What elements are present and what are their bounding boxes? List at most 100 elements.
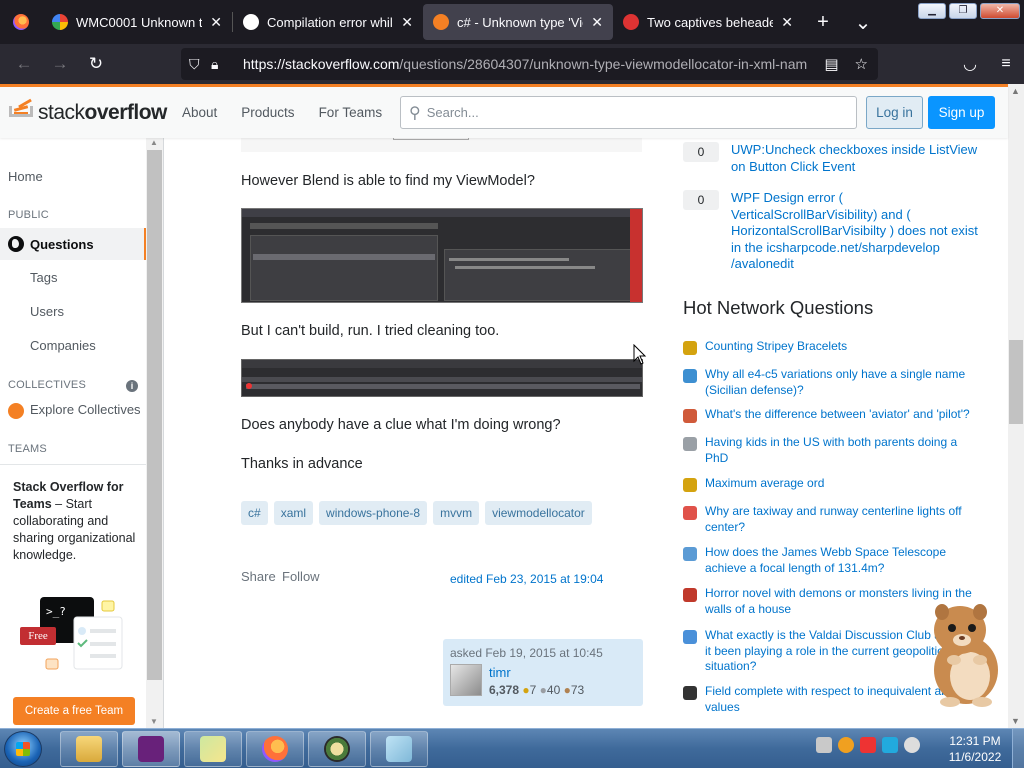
close-window-icon[interactable]: ✕ (980, 3, 1020, 19)
taskbar-notepad[interactable] (370, 731, 428, 767)
tab-2[interactable]: Compilation error whilst ✕ (233, 0, 423, 44)
sidebar-item-tags[interactable]: Tags (30, 270, 57, 285)
search-icon: ⚲ (409, 104, 421, 122)
close-tab-icon[interactable]: ✕ (781, 14, 793, 31)
taskbar-visual-studio[interactable] (122, 731, 180, 767)
shield-icon[interactable]: ⛉ (189, 56, 211, 73)
sidebar-item-questions[interactable]: Questions (0, 228, 147, 260)
restore-window-icon[interactable]: ❐ (949, 3, 977, 19)
error-list-screenshot-image[interactable] (241, 359, 643, 397)
sidebar-scrollbar[interactable]: ▲ ▼ (146, 138, 163, 728)
bookmark-star-icon[interactable]: ☆ (855, 55, 868, 73)
taskbar-app[interactable] (308, 731, 366, 767)
new-tab-icon[interactable]: + (803, 11, 843, 34)
system-tray (816, 737, 920, 753)
free-badge: Free (20, 627, 56, 645)
scrollbar-thumb[interactable] (147, 150, 162, 680)
google-icon (52, 14, 68, 30)
edited-link[interactable]: edited Feb 23, 2015 at 19:04 (450, 572, 603, 586)
hot-network-question-link[interactable]: What's the difference between 'aviator' … (705, 407, 980, 423)
tab-3-active[interactable]: c# - Unknown type 'View ✕ (423, 4, 613, 40)
tag-chip[interactable]: windows-phone-8 (319, 501, 428, 525)
back-arrow-icon[interactable]: ← (6, 46, 42, 82)
tag-chip[interactable]: mvvm (433, 501, 480, 525)
scroll-up-icon[interactable]: ▲ (1011, 86, 1020, 96)
url-bar[interactable]: ⛉ 🔒︎ https://stackoverflow.com/questions… (181, 48, 878, 80)
start-button[interactable] (4, 731, 42, 767)
tab-4[interactable]: Two captives beheaded b ✕ (613, 0, 803, 44)
minimize-window-icon[interactable]: ▁ (918, 3, 946, 19)
scroll-up-icon[interactable]: ▲ (150, 138, 158, 147)
asked-date: asked Feb 19, 2015 at 10:45 (450, 646, 603, 660)
sidebar-item-users[interactable]: Users (30, 304, 64, 319)
search-input[interactable]: ⚲ Search... (400, 96, 857, 129)
taskbar-firefox[interactable] (246, 731, 304, 767)
volume-icon[interactable] (904, 737, 920, 753)
hot-network-question-link[interactable]: Counting Stripey Bracelets (705, 339, 980, 355)
monitor-icon[interactable] (882, 737, 898, 753)
tag-chip[interactable]: c# (241, 501, 268, 525)
search-placeholder: Search... (426, 105, 479, 120)
tab-1[interactable]: WMC0001 Unknown type ✕ (42, 0, 232, 44)
hot-network-question-link[interactable]: Maximum average ord (705, 476, 980, 492)
signup-button[interactable]: Sign up (928, 96, 995, 129)
flag-icon[interactable] (860, 737, 876, 753)
url-text[interactable]: https://stackoverflow.com/questions/2860… (243, 56, 818, 72)
show-desktop-button[interactable] (1012, 729, 1024, 768)
create-free-team-button[interactable]: Create a free Team (13, 697, 135, 725)
blend-screenshot-image[interactable] (241, 208, 643, 303)
taskbar-explorer[interactable] (60, 731, 118, 767)
page-scrollbar[interactable]: ▲ ▼ (1008, 84, 1024, 728)
globe-icon (8, 236, 24, 252)
firefox-menu[interactable] (0, 0, 42, 44)
user-name-link[interactable]: timr (489, 665, 511, 680)
hot-network-question-link[interactable]: Why all e4-c5 variations only have a sin… (705, 367, 980, 398)
sidebar-item-home[interactable]: Home (8, 169, 43, 184)
question-paragraph: However Blend is able to find my ViewMod… (241, 173, 535, 189)
related-question-link[interactable]: WPF Design error ( VerticalScrollBarVisi… (731, 190, 986, 273)
follow-link[interactable]: Follow (282, 569, 320, 584)
search-icon[interactable] (838, 737, 854, 753)
lock-icon[interactable]: 🔒︎ (211, 56, 233, 73)
hamburger-menu-icon[interactable]: ≡ (988, 55, 1024, 73)
chevron-down-icon[interactable]: ⌄ (843, 10, 883, 35)
hot-network-question-link[interactable]: Having kids in the US with both parents … (705, 435, 980, 466)
academia-icon (683, 437, 697, 451)
avatar[interactable] (450, 664, 482, 696)
info-icon[interactable]: i (126, 380, 138, 392)
close-tab-icon[interactable]: ✕ (591, 14, 603, 31)
clock[interactable]: 12:31 PM 11/6/2022 (940, 733, 1010, 765)
close-tab-icon[interactable]: ✕ (401, 14, 413, 31)
sidebar-item-explore-collectives[interactable]: Explore Collectives (8, 402, 141, 419)
tray-app-icon[interactable] (816, 737, 832, 753)
reader-view-icon[interactable]: ▤ (824, 55, 838, 73)
map-pin-icon (623, 14, 639, 30)
hot-network-question-link[interactable]: Why are taxiway and runway centerline li… (705, 504, 980, 535)
sidebar-item-label: Explore Collectives (30, 402, 141, 417)
github-icon (243, 14, 259, 30)
so-logo[interactable]: stackoverflow (8, 98, 168, 128)
hamster-pet-icon[interactable] (920, 598, 1006, 708)
taskbar-sticky-notes[interactable] (184, 731, 242, 767)
hot-network-question-link[interactable]: How does the James Webb Space Telescope … (705, 545, 980, 576)
reload-icon[interactable]: ↻ (78, 46, 114, 82)
forward-arrow-icon[interactable]: → (42, 46, 78, 82)
tag-chip[interactable]: viewmodellocator (485, 501, 592, 525)
tag-chip[interactable]: xaml (273, 501, 314, 525)
scroll-down-icon[interactable]: ▼ (1011, 716, 1020, 726)
scroll-down-icon[interactable]: ▼ (150, 717, 158, 726)
scrollbar-thumb[interactable] (1009, 340, 1023, 424)
related-question-link[interactable]: UWP:Uncheck checkboxes inside ListView o… (731, 142, 986, 175)
share-link[interactable]: Share (241, 569, 276, 584)
nav-for-teams[interactable]: For Teams (307, 105, 395, 120)
nav-about[interactable]: About (170, 105, 229, 120)
hot-network-question: Why all e4-c5 variations only have a sin… (683, 367, 983, 401)
pocket-icon[interactable]: ◡ (952, 54, 988, 74)
login-button[interactable]: Log in (866, 96, 923, 129)
english-icon (683, 409, 697, 423)
sidebar-item-companies[interactable]: Companies (30, 338, 96, 353)
nav-products[interactable]: Products (229, 105, 306, 120)
close-tab-icon[interactable]: ✕ (210, 14, 222, 31)
section-public: PUBLIC (8, 209, 49, 221)
mouse-cursor-icon (633, 344, 647, 365)
